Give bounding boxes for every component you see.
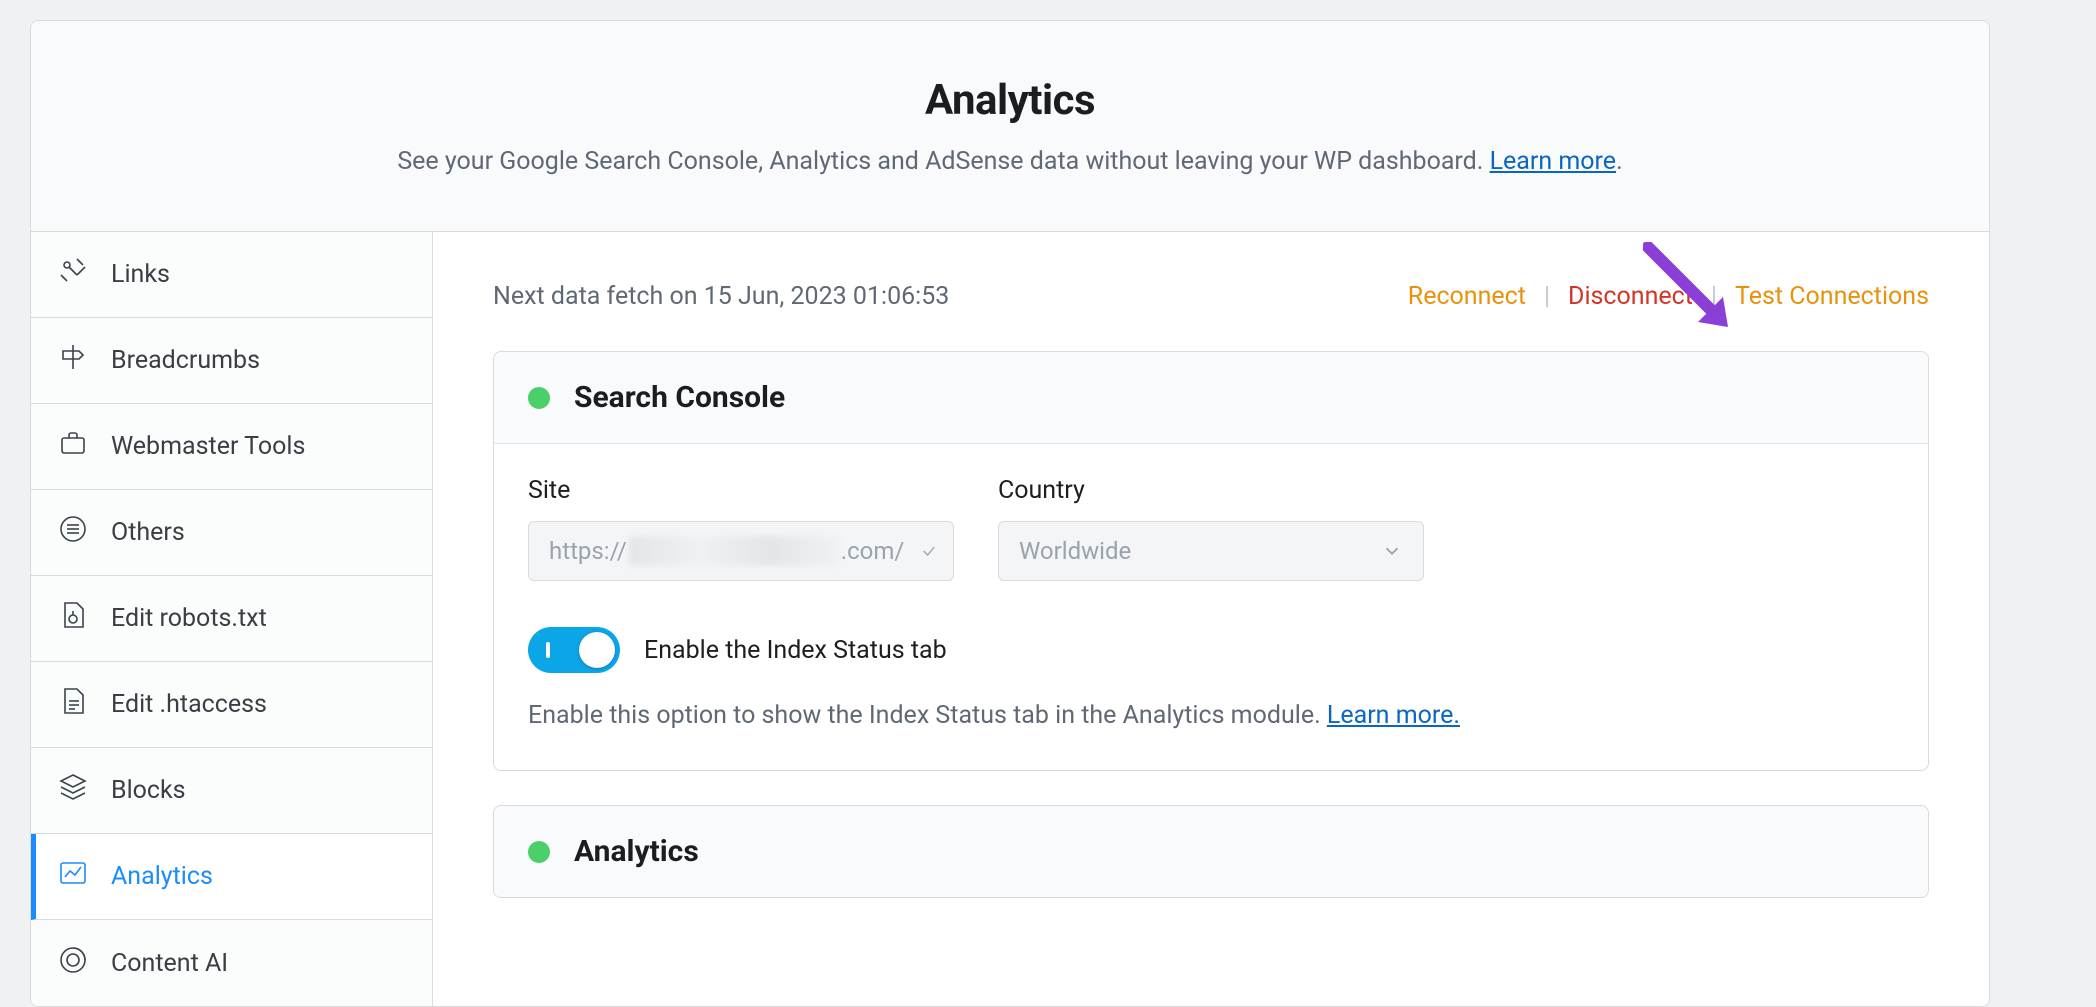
card-header: Search Console <box>494 352 1928 444</box>
ai-icon <box>57 944 89 983</box>
status-dot-icon <box>528 841 550 863</box>
index-status-help: Enable this option to show the Index Sta… <box>528 701 1894 730</box>
card-header: Analytics <box>494 806 1928 897</box>
check-icon <box>921 543 937 559</box>
site-field: Site https://.com/ <box>528 476 954 581</box>
sidebar-item-label: Others <box>111 518 185 547</box>
search-console-card: Search Console Site https://.com/ Countr <box>493 351 1929 771</box>
test-connections-link[interactable]: Test Connections <box>1735 282 1929 311</box>
separator: | <box>1711 282 1717 311</box>
sidebar-item-robots[interactable]: Edit robots.txt <box>31 576 432 662</box>
card-body: Site https://.com/ Country Worldwide <box>494 444 1928 770</box>
sidebar-item-label: Edit robots.txt <box>111 604 267 633</box>
redacted-domain <box>629 536 839 566</box>
disconnect-link[interactable]: Disconnect <box>1568 282 1693 311</box>
sidebar-item-label: Analytics <box>111 862 213 891</box>
robots-file-icon <box>57 599 89 638</box>
chart-icon <box>57 857 89 896</box>
sidebar-item-label: Edit .htaccess <box>111 690 267 719</box>
top-row: Next data fetch on 15 Jun, 2023 01:06:53… <box>493 282 1929 311</box>
site-select[interactable]: https://.com/ <box>528 521 954 581</box>
country-select[interactable]: Worldwide <box>998 521 1424 581</box>
links-icon <box>57 255 89 294</box>
country-label: Country <box>998 476 1424 505</box>
learn-more-link[interactable]: Learn more <box>1490 147 1616 176</box>
page-subtitle: See your Google Search Console, Analytic… <box>61 147 1959 176</box>
reconnect-link[interactable]: Reconnect <box>1408 282 1526 311</box>
sidebar-item-label: Content AI <box>111 949 228 978</box>
index-status-toggle[interactable] <box>528 627 620 673</box>
chevron-down-icon <box>1381 540 1403 562</box>
page-title: Analytics <box>61 76 1959 125</box>
separator: | <box>1544 282 1550 311</box>
sidebar-item-label: Blocks <box>111 776 186 805</box>
index-status-toggle-row: Enable the Index Status tab <box>528 627 1894 673</box>
card-title: Analytics <box>574 834 699 869</box>
sidebar-item-links[interactable]: Links <box>31 232 432 318</box>
main-content: Next data fetch on 15 Jun, 2023 01:06:53… <box>433 232 1989 1006</box>
sidebar-item-blocks[interactable]: Blocks <box>31 748 432 834</box>
settings-sidebar: Links Breadcrumbs Webmaster Tools Others <box>31 232 433 1006</box>
status-dot-icon <box>528 387 550 409</box>
sidebar-item-label: Webmaster Tools <box>111 432 305 461</box>
list-circle-icon <box>57 513 89 552</box>
panel-header: Analytics See your Google Search Console… <box>31 21 1989 232</box>
signpost-icon <box>57 341 89 380</box>
sidebar-item-label: Breadcrumbs <box>111 346 260 375</box>
site-label: Site <box>528 476 954 505</box>
country-field: Country Worldwide <box>998 476 1424 581</box>
connection-actions: Reconnect | Disconnect | Test Connection… <box>1408 282 1929 311</box>
index-status-learn-more-link[interactable]: Learn more. <box>1327 701 1460 730</box>
briefcase-icon <box>57 427 89 466</box>
sidebar-item-label: Links <box>111 260 170 289</box>
next-fetch-text: Next data fetch on 15 Jun, 2023 01:06:53 <box>493 282 949 311</box>
card-title: Search Console <box>574 380 785 415</box>
htaccess-file-icon <box>57 685 89 724</box>
layers-icon <box>57 771 89 810</box>
sidebar-item-analytics[interactable]: Analytics <box>31 834 432 920</box>
sidebar-item-webmaster-tools[interactable]: Webmaster Tools <box>31 404 432 490</box>
sidebar-item-breadcrumbs[interactable]: Breadcrumbs <box>31 318 432 404</box>
sidebar-item-others[interactable]: Others <box>31 490 432 576</box>
country-value: Worldwide <box>1019 537 1131 565</box>
toggle-label: Enable the Index Status tab <box>644 636 947 665</box>
analytics-card: Analytics <box>493 805 1929 898</box>
settings-panel: Analytics See your Google Search Console… <box>30 20 1990 1007</box>
sidebar-item-htaccess[interactable]: Edit .htaccess <box>31 662 432 748</box>
sidebar-item-content-ai[interactable]: Content AI <box>31 920 432 1006</box>
